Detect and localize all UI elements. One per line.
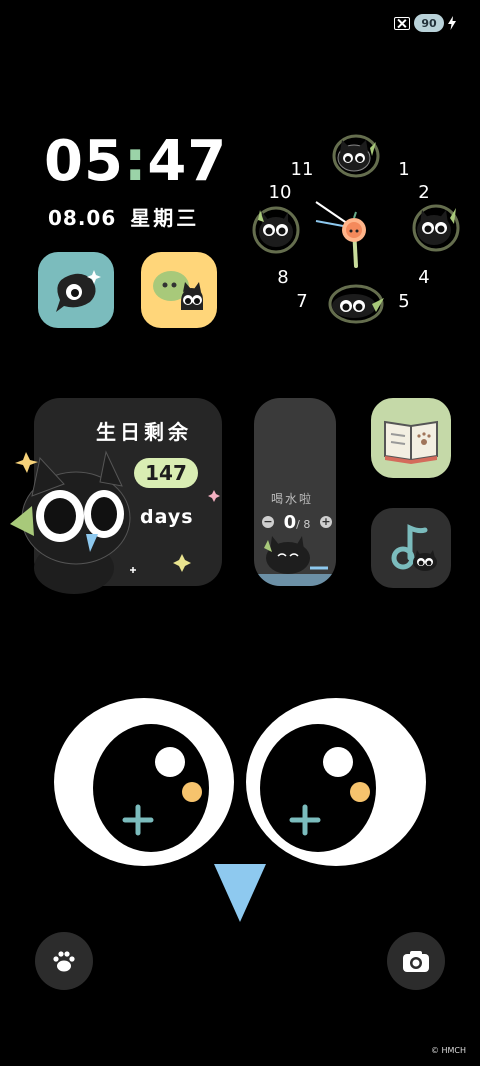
battery-indicator: 90 [414, 14, 444, 32]
analog-clock[interactable]: 11 1 10 2 8 4 7 5 [252, 120, 468, 336]
numeral-8: 8 [277, 267, 288, 288]
cat-bubble-icon [56, 270, 101, 312]
battery-level: 90 [421, 16, 437, 30]
water-counter: − 0/ 8 + [262, 512, 332, 533]
numeral-2: 2 [418, 182, 429, 203]
clock-date: 08.06 星期三 [48, 202, 199, 231]
numeral-11: 11 [291, 159, 314, 180]
app-music[interactable] [371, 508, 451, 588]
cat-face-wallpaper [54, 698, 426, 922]
charging-icon [448, 16, 456, 30]
paw-icon [53, 951, 75, 972]
water-minus-button[interactable]: − [262, 516, 274, 528]
camera-icon [403, 951, 429, 972]
app-book[interactable] [371, 398, 451, 478]
numeral-1: 1 [398, 159, 409, 180]
apple-center-icon [342, 211, 366, 242]
birthday-cat-icon [10, 450, 220, 594]
date-text: 08.06 [48, 206, 117, 230]
clock-time[interactable]: 05:47 [44, 134, 227, 190]
sim-off-icon [394, 16, 410, 30]
music-note-icon [391, 524, 437, 571]
numeral-5: 5 [398, 291, 409, 312]
water-title: 喝水啦 [271, 492, 314, 506]
book-paw-icon [384, 420, 438, 464]
clock-minutes: 47 [147, 129, 228, 194]
clock-hours: 05 [44, 129, 124, 194]
numeral-10: 10 [269, 182, 292, 203]
numeral-4: 4 [418, 267, 429, 288]
app-chat-cat[interactable] [141, 252, 217, 328]
cat-3-icon [412, 204, 460, 252]
numeral-7: 7 [296, 291, 307, 312]
weekday-text: 星期三 [130, 206, 200, 230]
clock-colon: : [123, 129, 148, 194]
water-count: 0 [283, 511, 297, 533]
cat-9-icon [252, 206, 300, 254]
paw-button[interactable] [35, 932, 93, 990]
water-total: / 8 [296, 517, 311, 531]
cat-6-icon [328, 284, 384, 324]
chat-cat-icon [153, 271, 203, 310]
status-bar: 90 [394, 10, 456, 36]
water-plus-button[interactable]: + [319, 516, 332, 528]
cat-12-icon [332, 134, 380, 178]
water-count-group: 0/ 8 [284, 512, 311, 533]
app-cat-bubble[interactable] [38, 252, 114, 328]
camera-button[interactable] [387, 932, 445, 990]
copyright-text: © HMCH [430, 1046, 466, 1055]
